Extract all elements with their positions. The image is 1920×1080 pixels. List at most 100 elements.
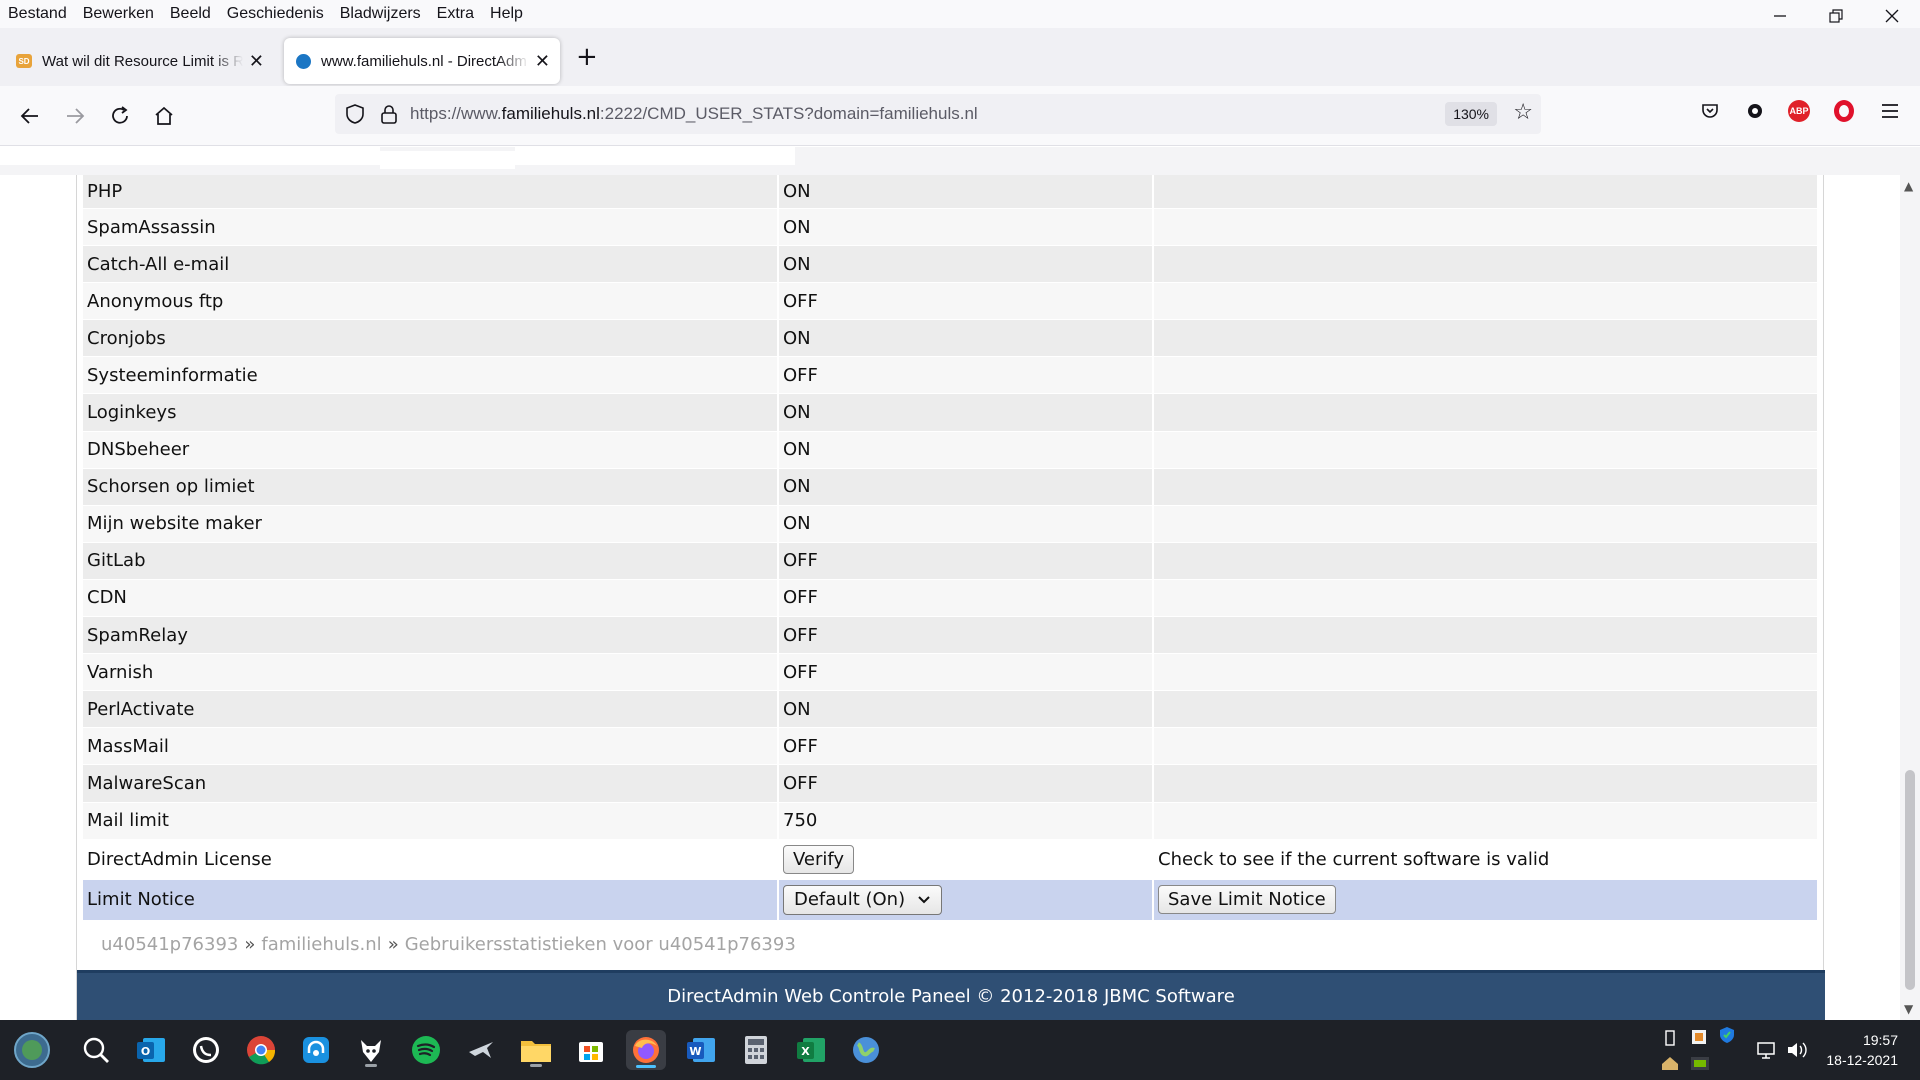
start-globe-icon: [14, 1032, 50, 1068]
lock-icon[interactable]: [378, 103, 400, 125]
spotify-taskbar-button[interactable]: [406, 1030, 446, 1070]
license-description: Check to see if the current software is …: [1154, 839, 1817, 880]
table-row: Mail limit 750: [83, 802, 1817, 840]
row-value: 750: [779, 802, 1154, 840]
vertical-scrollbar[interactable]: ▲ ▼: [1900, 175, 1920, 1020]
row-extra: [1154, 246, 1817, 284]
new-tab-plus-icon[interactable]: +: [576, 42, 598, 72]
breadcrumb-domain-link[interactable]: familiehuls.nl: [261, 934, 381, 955]
outlook-taskbar-button[interactable]: O: [131, 1030, 171, 1070]
headset-taskbar-button[interactable]: [296, 1030, 336, 1070]
url-bar[interactable]: https://www.familiehuls.nl:2222/CMD_USER…: [335, 94, 1541, 134]
active-indicator: [636, 1065, 656, 1068]
scroll-down-arrow-icon[interactable]: ▼: [1904, 1002, 1913, 1016]
start-button[interactable]: [12, 1030, 52, 1070]
chrome-taskbar-button[interactable]: [241, 1030, 281, 1070]
adblock-plus-icon[interactable]: ABP: [1786, 98, 1812, 124]
system-clock[interactable]: 19:57 18-12-2021: [1826, 1030, 1898, 1070]
forward-button[interactable]: [59, 100, 91, 132]
volume-icon[interactable]: [1786, 1040, 1808, 1060]
taskbar: O W X 19:57 18-12-2021: [0, 1020, 1920, 1080]
save-limit-notice-button[interactable]: Save Limit Notice: [1158, 885, 1336, 915]
restore-icon: [1829, 9, 1843, 23]
row-value: OFF: [779, 654, 1154, 692]
airplane-icon: [469, 1042, 493, 1058]
row-extra: [1154, 765, 1817, 803]
word-taskbar-button[interactable]: W: [681, 1030, 721, 1070]
whatsapp-taskbar-button[interactable]: [186, 1030, 226, 1070]
store-taskbar-button[interactable]: [571, 1030, 611, 1070]
arrow-right-icon: [67, 108, 85, 124]
search-icon: [83, 1037, 109, 1063]
close-icon: [1885, 9, 1899, 23]
row-label: GitLab: [83, 542, 779, 580]
cat-app-taskbar-button[interactable]: [351, 1030, 391, 1070]
search-button[interactable]: [76, 1030, 116, 1070]
url-text[interactable]: https://www.familiehuls.nl:2222/CMD_USER…: [410, 104, 978, 124]
shield-icon[interactable]: [344, 103, 366, 125]
reload-button[interactable]: [104, 100, 136, 132]
zoom-level-badge[interactable]: 130%: [1445, 102, 1497, 126]
file-explorer-taskbar-button[interactable]: [516, 1030, 556, 1070]
row-value: ON: [779, 691, 1154, 729]
menu-bestand[interactable]: Bestand: [0, 2, 75, 26]
back-button[interactable]: [14, 100, 46, 132]
menu-geschiedenis[interactable]: Geschiedenis: [219, 2, 332, 26]
menu-extra[interactable]: Extra: [429, 2, 482, 26]
tab-directadmin[interactable]: www.familiehuls.nl - DirectAdm ✕: [284, 38, 560, 84]
tab-title: Wat wil dit Resource Limit is Re: [42, 52, 243, 70]
row-label: SpamAssassin: [83, 209, 779, 247]
network-icon[interactable]: [1756, 1040, 1778, 1060]
calculator-taskbar-button[interactable]: [736, 1030, 776, 1070]
excel-taskbar-button[interactable]: X: [791, 1030, 831, 1070]
extension-icon[interactable]: [1742, 98, 1768, 124]
row-extra: [1154, 654, 1817, 692]
scroll-up-arrow-icon[interactable]: ▲: [1904, 179, 1913, 193]
tab-close-icon[interactable]: ✕: [535, 51, 550, 72]
scroll-thumb[interactable]: [1905, 770, 1915, 990]
row-label: Catch-All e-mail: [83, 246, 779, 284]
row-label: MassMail: [83, 728, 779, 766]
calculator-icon: [745, 1036, 767, 1064]
row-label: MalwareScan: [83, 765, 779, 803]
breadcrumb-separator: »: [244, 934, 256, 955]
home-button[interactable]: [148, 100, 180, 132]
license-action-cell: Verify: [779, 839, 1154, 880]
usb-icon[interactable]: [1662, 1030, 1678, 1048]
verify-button[interactable]: Verify: [783, 844, 855, 874]
row-value: ON: [779, 246, 1154, 284]
menu-bewerken[interactable]: Bewerken: [75, 2, 162, 26]
url-prefix: https://www.: [410, 104, 502, 123]
row-value: ON: [779, 320, 1154, 358]
row-extra: [1154, 728, 1817, 766]
menu-beeld[interactable]: Beeld: [162, 2, 219, 26]
globe-app-taskbar-button[interactable]: [846, 1030, 886, 1070]
stats-panel: PHP ON SpamAssassin ON Catch-All e-mail ON …: [76, 175, 1825, 1020]
defender-shield-icon[interactable]: [1718, 1026, 1736, 1044]
page-footer: DirectAdmin Web Controle Paneel © 2012-2…: [77, 970, 1825, 1020]
outlook-icon: O: [137, 1038, 165, 1062]
nvidia-icon[interactable]: [1690, 1054, 1710, 1072]
app-tray-icon[interactable]: [1660, 1054, 1680, 1072]
hamburger-menu-icon[interactable]: [1877, 98, 1903, 124]
pocket-icon[interactable]: [1697, 98, 1723, 124]
tab-close-icon[interactable]: ✕: [249, 51, 264, 72]
airplane-taskbar-button[interactable]: [461, 1030, 501, 1070]
limit-notice-select[interactable]: Default (On): [783, 884, 943, 915]
clipboard-icon[interactable]: [1690, 1028, 1708, 1046]
bookmark-star-icon[interactable]: ☆: [1513, 100, 1533, 125]
row-extra: [1154, 579, 1817, 618]
limit-notice-label: Limit Notice: [83, 879, 779, 921]
limit-notice-selected-value: Default (On): [794, 889, 906, 911]
breadcrumb-user-link[interactable]: u40541p76393: [101, 934, 238, 955]
home-icon: [155, 106, 173, 125]
spotify-icon: [412, 1036, 440, 1064]
limit-notice-select-cell: Default (On): [779, 879, 1154, 921]
opera-icon[interactable]: [1831, 98, 1857, 124]
row-label: PHP: [83, 175, 779, 209]
firefox-taskbar-button[interactable]: [626, 1030, 666, 1070]
row-value: OFF: [779, 283, 1154, 321]
menu-bladwijzers[interactable]: Bladwijzers: [332, 2, 429, 26]
tab-resource-limit[interactable]: SD Wat wil dit Resource Limit is Re ✕: [4, 38, 274, 84]
menu-help[interactable]: Help: [482, 2, 531, 26]
